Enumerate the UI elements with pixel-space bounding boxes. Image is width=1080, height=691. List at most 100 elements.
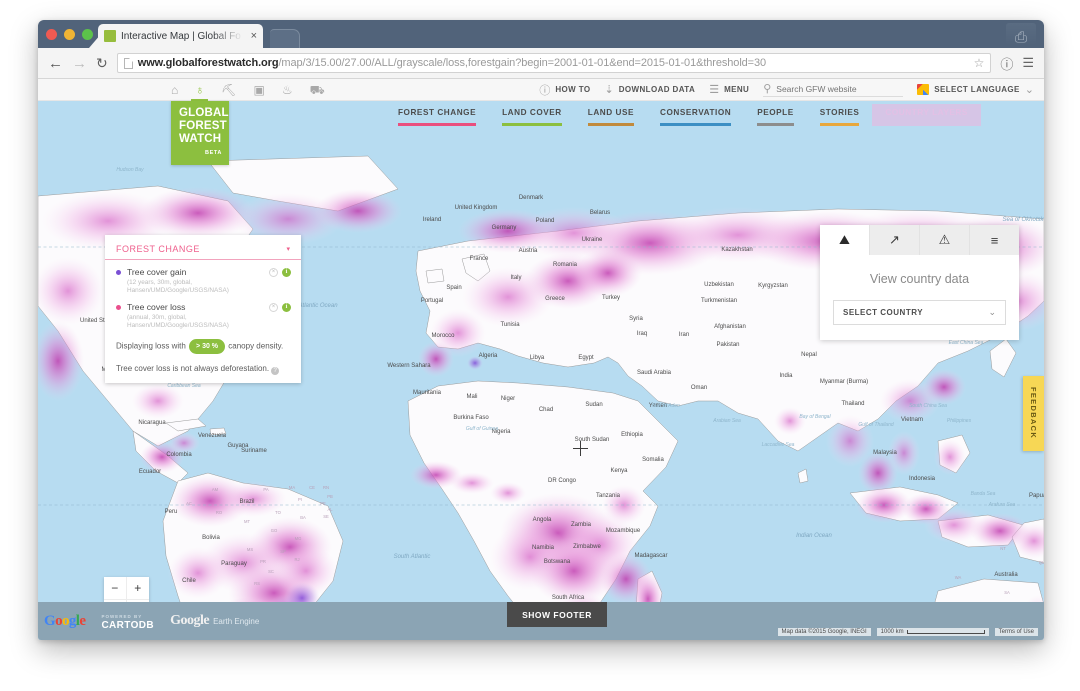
feedback-tab[interactable]: FEEDBACK xyxy=(1023,376,1044,451)
terms-of-use-link[interactable]: Terms of Use xyxy=(994,628,1038,636)
forward-button[interactable]: → xyxy=(72,56,87,71)
map-country-label: Angola xyxy=(533,517,552,523)
search-input[interactable] xyxy=(776,83,897,94)
photo-icon[interactable]: ▣ xyxy=(253,84,264,96)
forest-change-header[interactable]: FOREST CHANGE ▾ xyxy=(105,235,301,260)
deforestation-note: Tree cover loss is not always deforestat… xyxy=(105,354,301,375)
map-country-label: Peru xyxy=(165,509,178,515)
new-tab-button[interactable] xyxy=(270,29,300,48)
show-footer-button[interactable]: SHOW FOOTER xyxy=(507,602,607,627)
gfw-search[interactable]: ⚲ xyxy=(763,82,904,97)
map-country-label: South Africa xyxy=(552,595,585,601)
gfw-logo[interactable]: GLOBAL FOREST WATCH BETA xyxy=(171,101,229,165)
map-country-label: Denmark xyxy=(519,195,544,201)
home-icon[interactable]: ⌂ xyxy=(171,84,178,96)
globe-icon[interactable]: ♁ xyxy=(191,84,209,101)
map-ocean-label: South Atlantic xyxy=(394,554,431,560)
help-icon[interactable]: ? xyxy=(271,367,280,375)
tab-country-data[interactable]: ⛰ xyxy=(820,225,870,255)
browser-tab[interactable]: Interactive Map | Global Fo × xyxy=(98,24,263,48)
layer-tab-land-cover[interactable]: LAND COVER xyxy=(489,104,575,126)
scale-label: 1000 km xyxy=(880,629,904,635)
layer-color-dot xyxy=(116,269,121,275)
google-logo[interactable]: Google xyxy=(44,613,86,630)
layer-tab-label: FOREST CHANGE xyxy=(398,108,477,117)
layer-tab-stories[interactable]: STORIES xyxy=(807,104,873,126)
fire-icon[interactable]: ♨ xyxy=(282,84,293,96)
close-window-button[interactable] xyxy=(46,29,57,40)
layer-tab-country-layers[interactable]: COUNTRY LAYERS xyxy=(872,104,981,126)
map-country-label: Burkina Faso xyxy=(453,415,489,421)
download-data-button[interactable]: ⇣ DOWNLOAD DATA xyxy=(605,83,696,96)
select-language-button[interactable]: SELECT LANGUAGE ⌄ xyxy=(917,83,1034,96)
zoom-out-button[interactable]: − xyxy=(104,577,127,600)
chevron-down-icon[interactable]: ⌄ xyxy=(1025,83,1034,96)
map-state-label: GO xyxy=(271,528,278,533)
scale-bar-line xyxy=(906,630,985,634)
chevron-down-icon[interactable]: ▾ xyxy=(286,245,290,253)
info-icon[interactable]: i xyxy=(282,268,291,277)
search-icon: ⚲ xyxy=(763,83,772,95)
map-center-crosshair xyxy=(573,441,588,456)
cartodb-name: CARTODB xyxy=(101,620,155,631)
map-state-label: WA xyxy=(955,575,962,580)
commodities-icon[interactable]: ⛟ xyxy=(310,84,325,96)
country-data-icon: ⛰ xyxy=(839,232,850,247)
how-to-button[interactable]: ⓘ HOW TO xyxy=(539,82,590,98)
map-state-label: QLD xyxy=(1039,560,1044,565)
map-state-label: TO xyxy=(275,510,281,515)
layer-name: Tree cover loss xyxy=(127,302,186,312)
menu-label: MENU xyxy=(724,85,750,94)
gee-google-word: Google xyxy=(170,613,210,628)
map-country-label: Zambia xyxy=(571,522,592,528)
logo-line-3: WATCH xyxy=(179,133,222,145)
layer-tab-underline xyxy=(819,123,860,126)
minimize-window-button[interactable] xyxy=(64,29,75,40)
map-country-label: Paraguay xyxy=(221,561,247,567)
print-icon[interactable]: ⎙ xyxy=(1006,23,1036,45)
tab-layers[interactable]: ≡ xyxy=(970,225,1019,255)
layer-row-tree-cover-gain: Tree cover gain × i (12 years, 30m, glob… xyxy=(105,260,301,295)
map-country-label: Ecuador xyxy=(139,469,161,475)
map-country-label: Afghanistan xyxy=(714,324,746,330)
layer-meta-line-2: Hansen/UMD/Google/USGS/NASA) xyxy=(127,322,229,329)
country-data-panel: ⛰ ↗ ⚠ ≡ View country data SELECT COUNTRY xyxy=(820,225,1019,340)
layer-tab-underline xyxy=(398,123,477,126)
remove-layer-icon[interactable]: × xyxy=(269,268,278,277)
layer-actions: × i xyxy=(269,268,291,277)
map-country-label: Uzbekistan xyxy=(704,282,734,288)
map-country-label: Thailand xyxy=(841,401,864,407)
google-earth-engine-logo[interactable]: Google Earth Engine xyxy=(170,613,259,629)
layer-tab-conservation[interactable]: CONSERVATION xyxy=(647,104,744,126)
layer-tab-people[interactable]: PEOPLE xyxy=(744,104,807,126)
maximize-window-button[interactable] xyxy=(82,29,93,40)
tab-analysis[interactable]: ↗ xyxy=(870,225,920,255)
select-country-dropdown[interactable]: SELECT COUNTRY ⌄ xyxy=(833,300,1006,325)
layer-meta-line-2: Hansen/UMD/Google/USGS/NASA) xyxy=(127,287,229,294)
layer-tab-land-use[interactable]: LAND USE xyxy=(575,104,647,126)
bookmark-star-icon[interactable]: ☆ xyxy=(974,56,985,70)
cartodb-logo[interactable]: POWERED BY CARTODB xyxy=(101,612,155,631)
reload-button[interactable]: ↻ xyxy=(96,56,108,70)
remove-layer-icon[interactable]: × xyxy=(269,303,278,312)
layer-title-row: Tree cover loss xyxy=(116,302,290,312)
map-country-label: Egypt xyxy=(578,355,594,361)
logging-icon[interactable]: ⛏ xyxy=(221,84,236,96)
canopy-note-prefix: Displaying loss with xyxy=(116,341,186,351)
tab-alerts[interactable]: ⚠ xyxy=(920,225,970,255)
map-country-label: DR Congo xyxy=(548,478,577,484)
layer-row-tree-cover-loss: Tree cover loss × i (annual, 30m, global… xyxy=(105,295,301,330)
map-country-label: Germany xyxy=(492,225,517,231)
layer-tab-forest-change[interactable]: FOREST CHANGE xyxy=(385,104,489,126)
zoom-in-button[interactable]: + xyxy=(126,577,149,600)
url-path: /map/3/15.00/27.00/ALL/grayscale/loss,fo… xyxy=(278,57,767,69)
map-country-label: Turkmenistan xyxy=(701,298,737,304)
canopy-threshold-badge[interactable]: > 30 % xyxy=(189,339,226,354)
address-bar[interactable]: www.globalforestwatch.org/map/3/15.00/27… xyxy=(116,53,992,73)
page-info-icon[interactable]: ⓘ xyxy=(1000,54,1013,73)
menu-button[interactable]: ☰ MENU xyxy=(709,83,749,96)
back-button[interactable]: ← xyxy=(48,56,63,71)
tab-close-icon[interactable]: × xyxy=(251,30,257,42)
info-icon[interactable]: i xyxy=(282,303,291,312)
browser-menu-icon[interactable]: ☰ xyxy=(1022,55,1034,71)
